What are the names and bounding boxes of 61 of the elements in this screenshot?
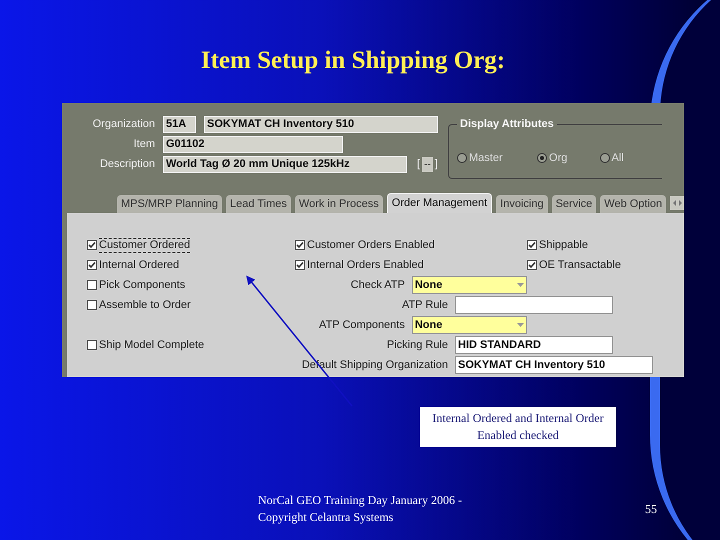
slide-title: Item Setup in Shipping Org:: [200, 46, 506, 74]
radio-button[interactable]: [457, 152, 467, 163]
checkbox[interactable]: [87, 340, 97, 350]
bracket: ]: [434, 157, 438, 172]
text-field[interactable]: SOKYMAT CH Inventory 510: [204, 116, 438, 133]
slide-footer: NorCal GEO Training Day January 2006 - Copyright Celantra Systems: [258, 492, 473, 526]
checkbox-label[interactable]: Internal Ordered: [99, 258, 180, 272]
checkbox[interactable]: [527, 240, 537, 250]
tab[interactable]: MPS/MRP Planning: [117, 195, 222, 213]
callout-note: Internal Ordered and Internal Order Enabled checked: [420, 407, 616, 447]
radio-button[interactable]: [537, 152, 548, 163]
checkbox[interactable]: [87, 280, 97, 290]
tab[interactable]: Web Option: [600, 195, 666, 213]
dropdown-arrow-icon: [517, 323, 524, 327]
checkmark-icon: [528, 261, 536, 269]
checkmark-icon: [296, 261, 304, 269]
field-label: ATP Components: [318, 318, 406, 333]
checkbox-label[interactable]: Customer Orders Enabled: [307, 238, 435, 252]
field-label: Item: [132, 137, 156, 152]
checkmark-icon: [88, 261, 96, 269]
text-field[interactable]: G01102: [163, 136, 343, 153]
checkmark-icon: [296, 241, 304, 249]
dropdown-field[interactable]: None: [412, 276, 527, 294]
field-label: ATP Rule: [400, 298, 449, 313]
text-field[interactable]: 51A: [163, 116, 196, 133]
checkbox-label[interactable]: OE Transactable: [539, 258, 621, 272]
checkbox[interactable]: [295, 240, 305, 250]
tab-scroll-icon[interactable]: [670, 196, 684, 210]
text-field[interactable]: [455, 296, 613, 314]
checkmark-icon: [88, 241, 96, 249]
checkbox-label[interactable]: Ship Model Complete: [99, 338, 204, 352]
text-field[interactable]: HID STANDARD: [455, 336, 613, 354]
text-field[interactable]: SOKYMAT CH Inventory 510: [455, 356, 653, 374]
dropdown-arrow-icon: [517, 283, 524, 287]
group-title: Display Attributes: [457, 117, 557, 131]
checkbox[interactable]: [527, 260, 537, 270]
field-label: Organization: [92, 117, 156, 132]
bracket: [: [417, 157, 420, 172]
checkbox[interactable]: [87, 260, 97, 270]
field-label: Picking Rule: [386, 338, 449, 353]
field-label: Check ATP: [350, 278, 406, 293]
checkbox[interactable]: [295, 260, 305, 270]
checkbox-label[interactable]: Internal Orders Enabled: [307, 258, 424, 272]
checkbox[interactable]: [87, 240, 97, 250]
tab[interactable]: Work in Process: [294, 195, 383, 213]
checkbox-label[interactable]: Pick Components: [99, 278, 186, 292]
page-number: 55: [645, 501, 657, 518]
checkbox-label[interactable]: Assemble to Order: [99, 298, 191, 312]
text-field[interactable]: World Tag Ø 20 mm Unique 125kHz: [163, 156, 407, 173]
tab[interactable]: Order Management: [386, 193, 492, 213]
radio-button[interactable]: [600, 152, 610, 163]
checkbox-label[interactable]: Customer Ordered: [99, 238, 190, 252]
checkbox-label[interactable]: Shippable: [539, 238, 588, 252]
checkbox[interactable]: [87, 300, 97, 310]
flex-field-button[interactable]: --: [422, 157, 433, 172]
dropdown-field[interactable]: None: [412, 316, 527, 334]
checkmark-icon: [528, 241, 536, 249]
tab[interactable]: Invoicing: [496, 195, 548, 213]
tab[interactable]: Service: [552, 195, 596, 213]
field-label: Description: [98, 157, 156, 172]
tab[interactable]: Lead Times: [226, 195, 291, 213]
